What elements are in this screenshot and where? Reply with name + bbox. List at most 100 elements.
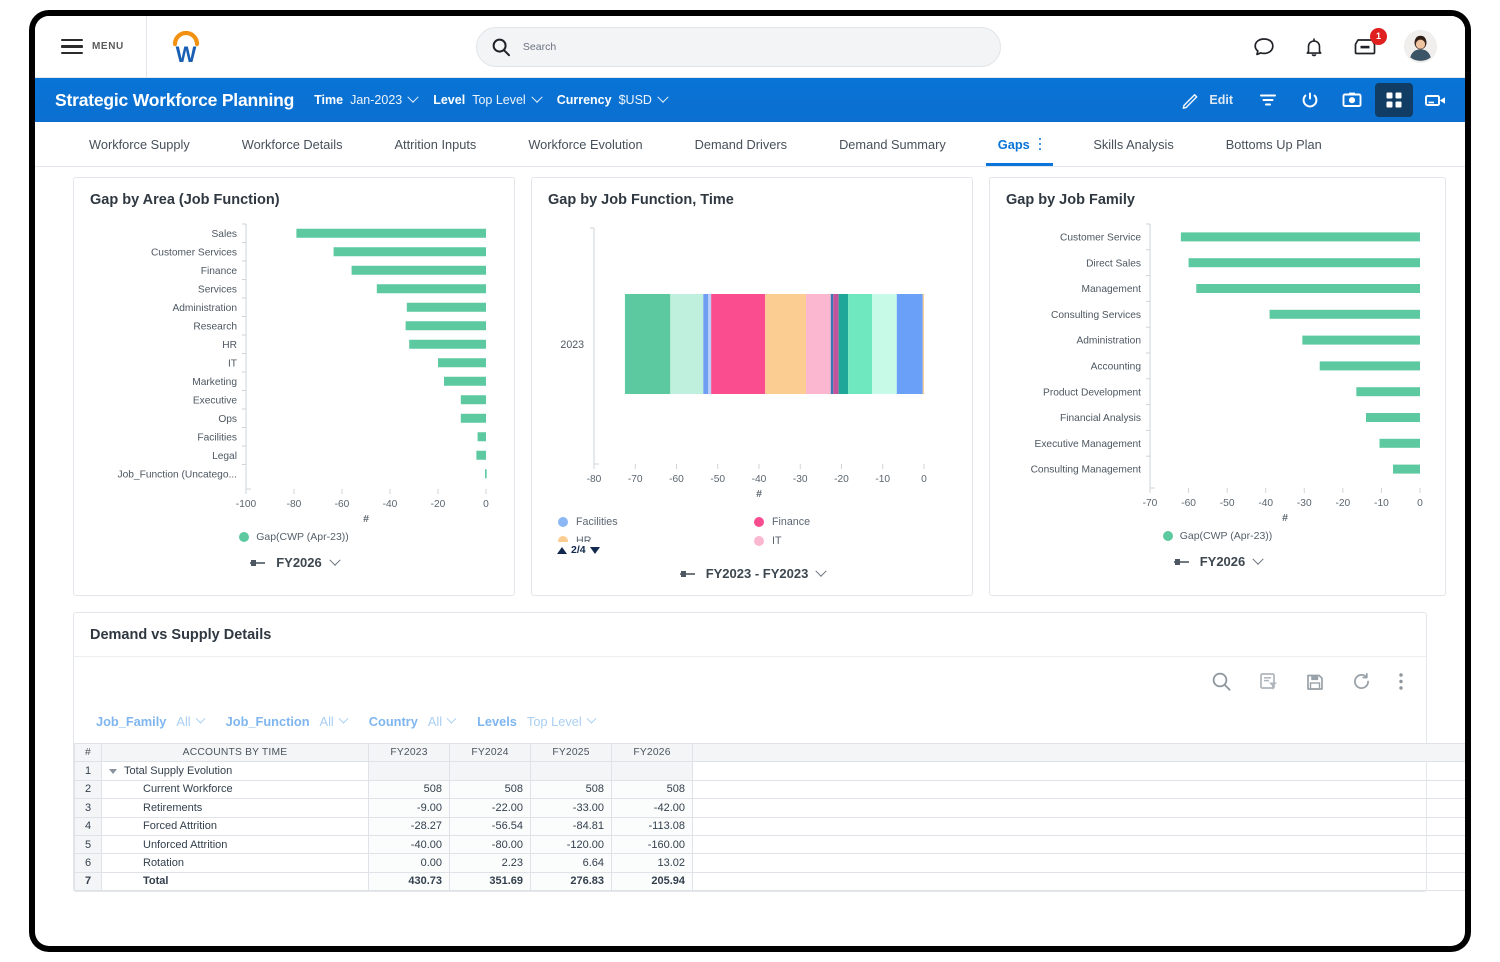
tab-gaps[interactable]: Gaps: [972, 122, 1068, 166]
tab-workforce-evolution[interactable]: Workforce Evolution: [502, 122, 668, 166]
chevron-down-icon[interactable]: [531, 92, 542, 103]
bar[interactable]: [407, 303, 486, 312]
row-account[interactable]: Total Supply Evolution: [102, 762, 369, 780]
row-value-fy2023[interactable]: 508: [369, 780, 450, 798]
filter-button[interactable]: [1249, 83, 1287, 117]
stacked-segment[interactable]: [831, 294, 833, 394]
bar[interactable]: [406, 321, 486, 330]
row-value-fy2023[interactable]: [369, 762, 450, 780]
search-icon[interactable]: [1211, 671, 1232, 692]
notifications-bell-icon[interactable]: [1302, 35, 1326, 59]
legend-page-up-icon[interactable]: [557, 547, 567, 554]
tab-workforce-details[interactable]: Workforce Details: [216, 122, 369, 166]
row-value-fy2026[interactable]: 508: [612, 780, 693, 798]
snapshot-button[interactable]: [1333, 83, 1371, 117]
row-value-fy2026[interactable]: [612, 762, 693, 780]
row-value-fy2026[interactable]: -160.00: [612, 835, 693, 853]
bar[interactable]: [1181, 232, 1420, 241]
row-value-fy2023[interactable]: -9.00: [369, 799, 450, 817]
row-value-fy2026[interactable]: 205.94: [612, 872, 693, 890]
stacked-segment[interactable]: [872, 294, 897, 394]
stacked-segment[interactable]: [708, 294, 711, 394]
legend-item-facilities[interactable]: Facilities: [558, 512, 754, 531]
table-row[interactable]: 4Forced Attrition-28.27-56.54-84.81-113.…: [75, 817, 1466, 835]
filter-value-levels[interactable]: Top Level: [527, 714, 595, 729]
bar[interactable]: [1189, 258, 1420, 267]
grid-view-button[interactable]: [1375, 83, 1413, 117]
tab-workforce-supply[interactable]: Workforce Supply: [63, 122, 216, 166]
param-time-value[interactable]: Jan-2023: [350, 93, 402, 107]
bar[interactable]: [1380, 439, 1421, 448]
row-value-fy2023[interactable]: 0.00: [369, 854, 450, 872]
table-row[interactable]: 7Total430.73351.69276.83205.94: [75, 872, 1466, 890]
tab-skills-analysis[interactable]: Skills Analysis: [1067, 122, 1199, 166]
row-value-fy2026[interactable]: -42.00: [612, 799, 693, 817]
stacked-segment[interactable]: [839, 294, 848, 394]
bar[interactable]: [377, 284, 486, 293]
table-row[interactable]: 2Current Workforce508508508508: [75, 780, 1466, 798]
stacked-segment[interactable]: [625, 294, 670, 394]
bar[interactable]: [485, 469, 487, 478]
row-account[interactable]: Unforced Attrition: [102, 835, 369, 853]
row-account[interactable]: Rotation: [102, 854, 369, 872]
table-row[interactable]: 5Unforced Attrition-40.00-80.00-120.00-1…: [75, 835, 1466, 853]
tab-attrition-inputs[interactable]: Attrition Inputs: [369, 122, 503, 166]
tab-bottoms-up-plan[interactable]: Bottoms Up Plan: [1200, 122, 1348, 166]
row-value-fy2023[interactable]: -28.27: [369, 817, 450, 835]
row-value-fy2025[interactable]: [531, 762, 612, 780]
refresh-icon[interactable]: [1351, 671, 1372, 692]
bar[interactable]: [352, 266, 486, 275]
bar[interactable]: [438, 358, 486, 367]
row-value-fy2025[interactable]: 6.64: [531, 854, 612, 872]
chevron-down-icon[interactable]: [408, 92, 419, 103]
table-row[interactable]: 3Retirements-9.00-22.00-33.00-42.00: [75, 799, 1466, 817]
bar[interactable]: [1393, 465, 1420, 474]
tab-demand-drivers[interactable]: Demand Drivers: [669, 122, 813, 166]
bar[interactable]: [444, 377, 486, 386]
edit-button[interactable]: Edit: [1174, 89, 1245, 111]
filter-value-job-function[interactable]: All: [320, 714, 347, 729]
legend-item-marketing[interactable]: Marketing: [754, 550, 950, 554]
row-account[interactable]: Forced Attrition: [102, 817, 369, 835]
param-currency-value[interactable]: $USD: [619, 93, 652, 107]
row-value-fy2026[interactable]: -113.08: [612, 817, 693, 835]
more-options-icon[interactable]: [1398, 671, 1404, 692]
row-value-fy2024[interactable]: -80.00: [450, 835, 531, 853]
stacked-segment[interactable]: [897, 294, 923, 394]
legend-page-down-icon[interactable]: [590, 547, 600, 554]
stacked-segment[interactable]: [765, 294, 806, 394]
stacked-segment[interactable]: [703, 294, 708, 394]
stacked-segment[interactable]: [833, 294, 838, 394]
bar[interactable]: [461, 395, 486, 404]
stacked-segment[interactable]: [711, 294, 765, 394]
row-value-fy2024[interactable]: 351.69: [450, 872, 531, 890]
refresh-button[interactable]: [1291, 83, 1329, 117]
chart-gap-by-job-function-time[interactable]: 2023-80-70-60-50-40-30-20-100#: [532, 212, 972, 506]
filter-select-icon[interactable]: [1258, 671, 1279, 692]
bar[interactable]: [1320, 361, 1420, 370]
bar[interactable]: [296, 229, 486, 238]
chevron-down-icon[interactable]: [657, 92, 668, 103]
row-account[interactable]: Current Workforce: [102, 780, 369, 798]
row-value-fy2026[interactable]: 13.02: [612, 854, 693, 872]
chevron-down-icon[interactable]: [329, 554, 340, 565]
time-range-control[interactable]: FY2023 - FY2023: [532, 554, 972, 595]
bar[interactable]: [1302, 336, 1420, 345]
row-value-fy2024[interactable]: 508: [450, 780, 531, 798]
time-range-control[interactable]: FY2026: [74, 543, 514, 584]
legend-item-it[interactable]: IT: [754, 531, 950, 550]
time-range-control[interactable]: FY2026: [990, 542, 1445, 583]
row-value-fy2025[interactable]: 508: [531, 780, 612, 798]
avatar[interactable]: [1404, 30, 1437, 63]
stacked-segment[interactable]: [806, 294, 831, 394]
row-value-fy2024[interactable]: [450, 762, 531, 780]
table-row[interactable]: 6Rotation0.002.236.6413.02: [75, 854, 1466, 872]
chart-gap-by-job-family[interactable]: Customer ServiceDirect SalesManagementCo…: [990, 212, 1445, 530]
menu-button[interactable]: MENU: [35, 16, 146, 77]
filter-value-country[interactable]: All: [428, 714, 455, 729]
row-account[interactable]: Total: [102, 872, 369, 890]
inbox-icon[interactable]: 1: [1352, 35, 1378, 59]
row-value-fy2025[interactable]: -120.00: [531, 835, 612, 853]
stacked-segment[interactable]: [923, 294, 924, 394]
row-value-fy2025[interactable]: 276.83: [531, 872, 612, 890]
